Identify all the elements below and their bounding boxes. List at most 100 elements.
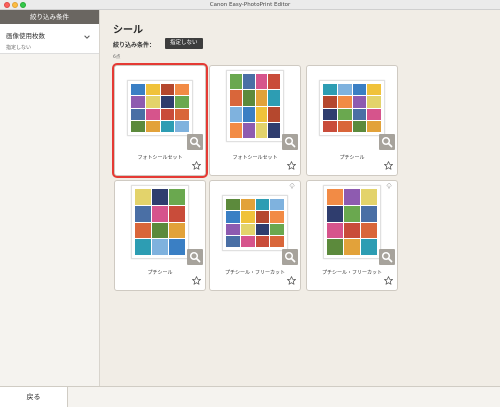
template-thumbnail (226, 70, 284, 142)
photo-tile (344, 205, 360, 222)
zoom-button[interactable] (379, 134, 395, 150)
photo-tile (131, 96, 145, 108)
photo-tile (230, 122, 242, 138)
download-icon (386, 183, 392, 189)
photo-tile (255, 235, 270, 247)
photo-tile (323, 108, 337, 120)
template-thumbnail (222, 195, 288, 251)
template-card[interactable]: プチシール (306, 65, 398, 176)
favorite-star-icon[interactable] (384, 161, 393, 170)
photo-tile (230, 106, 242, 122)
bottom-bar: 戻る (0, 386, 500, 407)
photo-tile (242, 90, 255, 106)
photo-tile (131, 84, 145, 96)
photo-tile (255, 90, 268, 106)
photo-tile (367, 84, 381, 96)
photo-tile (327, 222, 343, 239)
photo-tile (135, 239, 151, 255)
photo-tile (175, 96, 189, 108)
template-label: フォトシールセット (232, 155, 278, 161)
template-card[interactable]: プチシール・フリーカット (306, 180, 398, 291)
zoom-button[interactable] (379, 249, 395, 265)
filter-image-count-dropdown[interactable]: 画像使用枚数 指定しない (0, 24, 99, 54)
magnifier-icon (284, 251, 296, 263)
photo-tile (255, 122, 268, 138)
photo-tile (226, 223, 240, 235)
favorite-star-icon[interactable] (287, 161, 296, 170)
magnifier-icon (381, 251, 393, 263)
sidebar-header: 絞り込み条件 (0, 10, 99, 24)
photo-tile (327, 189, 343, 205)
download-icon (289, 183, 295, 189)
zoom-button[interactable] (187, 249, 203, 265)
photo-tile (242, 122, 255, 138)
photo-tile (135, 189, 151, 205)
photo-tile (145, 96, 160, 108)
photo-tile (135, 205, 151, 222)
zoom-button[interactable] (187, 134, 203, 150)
photo-tile (160, 108, 175, 120)
photo-tile (145, 84, 160, 96)
photo-tile (230, 74, 242, 90)
photo-tile (175, 108, 189, 120)
photo-tile (160, 120, 175, 132)
photo-tile (352, 120, 367, 132)
template-card[interactable]: プチシール (114, 180, 206, 291)
photo-tile (361, 205, 377, 222)
photo-tile (255, 106, 268, 122)
photo-tile (352, 108, 367, 120)
photo-tile (175, 84, 189, 96)
photo-tile (255, 223, 270, 235)
photo-tile (152, 205, 168, 222)
photo-tile (240, 199, 255, 211)
photo-tile (240, 235, 255, 247)
photo-tile (344, 239, 360, 255)
back-button[interactable]: 戻る (0, 387, 68, 407)
template-thumbnail (127, 80, 193, 136)
photo-tile (327, 205, 343, 222)
template-label: プチシール (147, 270, 173, 276)
photo-tile (226, 235, 240, 247)
template-card[interactable]: フォトシールセット (114, 65, 206, 176)
main-content: シール 絞り込み条件： 指定しない 6点 フォトシールセット フォトシールセットプ… (100, 10, 500, 386)
template-card[interactable]: プチシール・フリーカット (209, 180, 301, 291)
template-card[interactable]: フォトシールセット (209, 65, 301, 176)
favorite-star-icon[interactable] (287, 276, 296, 285)
photo-tile (270, 199, 284, 211)
photo-tile (169, 205, 185, 222)
filter-value: 指定しない (6, 45, 32, 51)
window-titlebar: Canon Easy-PhotoPrint Editor (0, 0, 500, 10)
zoom-button[interactable] (282, 134, 298, 150)
photo-tile (268, 106, 280, 122)
favorite-star-icon[interactable] (192, 276, 201, 285)
photo-tile (337, 96, 352, 108)
magnifier-icon (381, 136, 393, 148)
photo-tile (344, 189, 360, 205)
photo-tile (242, 106, 255, 122)
photo-tile (160, 96, 175, 108)
result-count: 6点 (113, 55, 121, 60)
zoom-button[interactable] (282, 249, 298, 265)
magnifier-icon (189, 136, 201, 148)
photo-tile (323, 120, 337, 132)
photo-tile (240, 223, 255, 235)
photo-tile (270, 223, 284, 235)
photo-tile (152, 222, 168, 239)
photo-tile (361, 239, 377, 255)
photo-tile (175, 120, 189, 132)
photo-tile (240, 211, 255, 223)
photo-tile (255, 211, 270, 223)
photo-tile (152, 239, 168, 255)
photo-tile (145, 108, 160, 120)
photo-tile (323, 96, 337, 108)
template-thumbnail (323, 185, 381, 259)
photo-tile (160, 84, 175, 96)
template-label: プチシール (339, 155, 365, 161)
condition-label: 絞り込み条件： (113, 42, 156, 49)
favorite-star-icon[interactable] (384, 276, 393, 285)
template-thumbnail (319, 80, 385, 136)
favorite-star-icon[interactable] (192, 161, 201, 170)
photo-tile (268, 122, 280, 138)
photo-tile (255, 74, 268, 90)
photo-tile (135, 222, 151, 239)
